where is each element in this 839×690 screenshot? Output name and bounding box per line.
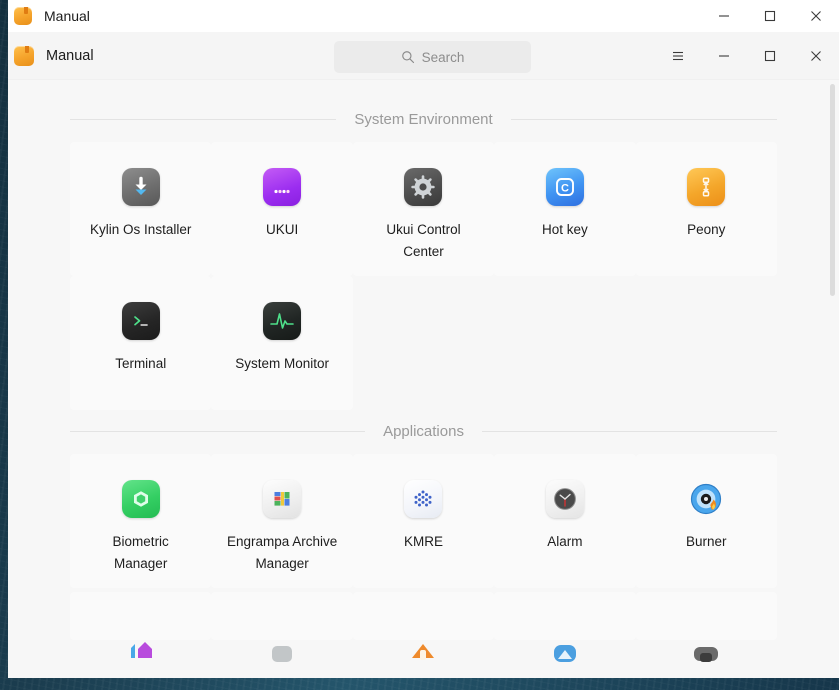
maximize-button[interactable] [747, 0, 793, 32]
manual-app-icon [14, 45, 34, 66]
app-tile-ukui-control-center[interactable]: Ukui Control Center [352, 142, 495, 276]
app-grid-system-environment: Kylin Os Installer UKUI Ukui Control Cen… [8, 142, 839, 410]
search-input[interactable]: Search [334, 41, 531, 73]
app-tile-partial[interactable] [70, 592, 212, 658]
app-tile-label: Kylin Os Installer [90, 222, 192, 237]
app-tile-label: Peony [687, 222, 726, 237]
app-grid-spacer [353, 276, 494, 410]
app-grid-applications: Biometric Manager Engrampa Archive Manag… [8, 454, 839, 588]
kylin-os-installer-icon [121, 168, 160, 206]
app-tile-system-monitor[interactable]: System Monitor [211, 276, 353, 410]
close-icon [811, 50, 821, 61]
outer-titlebar[interactable]: Manual [8, 0, 839, 32]
app-tile-label: Engrampa Archive Manager [226, 534, 338, 571]
hot-key-icon: C [545, 168, 584, 206]
svg-text:C: C [561, 183, 569, 195]
app-tile-label: System Monitor [235, 356, 329, 371]
biometric-manager-icon [121, 480, 160, 518]
app-tile-alarm[interactable]: Alarm [494, 454, 636, 588]
section-header-system-environment: System Environment [8, 102, 839, 136]
app-tile-terminal[interactable]: Terminal [70, 276, 212, 410]
engrampa-archive-manager-icon [263, 480, 302, 518]
section-label: System Environment [354, 110, 493, 128]
minimize-icon [719, 15, 729, 17]
burner-icon [687, 480, 725, 518]
app-tile-label: Hot key [542, 222, 588, 237]
app-tile-label: Ukui Control Center [386, 222, 461, 259]
outer-window-controls [701, 0, 839, 32]
outer-window: Manual Manual Search System Environment … [8, 0, 839, 678]
ukui-control-center-icon [404, 168, 443, 206]
app-tile-partial[interactable] [494, 592, 636, 662]
peony-icon [687, 168, 726, 206]
system-monitor-icon [263, 302, 302, 340]
inner-header-title: Manual [46, 47, 94, 64]
section-label: Applications [383, 422, 464, 440]
app-tile-partial[interactable] [211, 592, 353, 662]
close-icon [811, 11, 821, 21]
app-tile-ukui[interactable]: UKUI [211, 142, 353, 276]
partial-app-icon-2 [263, 624, 301, 662]
app-tile-biometric-manager[interactable]: Biometric Manager [70, 454, 212, 588]
partial-app-icon-3 [404, 624, 442, 662]
kmre-icon [404, 480, 443, 518]
ukui-icon [263, 168, 302, 206]
app-tile-kmre[interactable]: KMRE [352, 454, 495, 588]
inner-header[interactable]: Manual Search [8, 32, 839, 80]
minimize-button[interactable] [701, 32, 747, 79]
minimize-button[interactable] [701, 0, 747, 32]
alarm-icon [545, 480, 584, 518]
outer-window-title: Manual [44, 8, 90, 24]
app-tile-burner[interactable]: Burner [635, 454, 777, 588]
vertical-scrollbar-track[interactable] [829, 80, 837, 678]
app-tile-partial[interactable] [635, 592, 777, 662]
menu-button[interactable] [655, 32, 701, 79]
minimize-icon [719, 54, 729, 57]
section-rule-right [481, 430, 778, 432]
partial-app-icon-1 [122, 624, 160, 662]
app-grid-partial-row [8, 592, 839, 662]
close-button[interactable] [793, 0, 839, 32]
app-tile-label: Burner [686, 534, 727, 549]
inner-window-controls [655, 32, 839, 79]
maximize-icon [764, 50, 776, 61]
app-grid-scroll-area[interactable]: System Environment Kylin Os Installer UK… [8, 80, 839, 678]
search-placeholder: Search [421, 49, 465, 65]
app-grid-spacer [636, 276, 777, 410]
app-grid-spacer [494, 276, 635, 410]
search-icon [401, 51, 414, 64]
maximize-button[interactable] [747, 32, 793, 79]
section-rule-left [70, 118, 337, 120]
app-tile-partial[interactable] [352, 592, 495, 660]
manual-app-icon [14, 7, 32, 25]
app-tile-label: Alarm [547, 534, 583, 549]
section-header-applications: Applications [8, 414, 839, 448]
app-tile-label: Terminal [115, 356, 167, 371]
app-tile-engrampa-archive-manager[interactable]: Engrampa Archive Manager [211, 454, 353, 588]
app-tile-label: KMRE [403, 534, 443, 549]
partial-app-icon-4 [546, 624, 584, 662]
app-tile-peony[interactable]: Peony [635, 142, 777, 276]
hamburger-menu-icon [673, 51, 683, 60]
partial-app-icon-5 [687, 624, 725, 662]
terminal-icon [121, 302, 160, 340]
app-tile-hot-key[interactable]: C Hot key [494, 142, 636, 276]
app-tile-kylin-os-installer[interactable]: Kylin Os Installer [70, 142, 212, 276]
section-rule-right [510, 118, 778, 120]
app-tile-label: UKUI [265, 222, 299, 237]
vertical-scrollbar-thumb[interactable] [830, 84, 835, 296]
close-button[interactable] [793, 32, 839, 79]
app-tile-label: Biometric Manager [112, 534, 169, 571]
maximize-icon [764, 10, 776, 22]
section-rule-left [70, 430, 366, 432]
